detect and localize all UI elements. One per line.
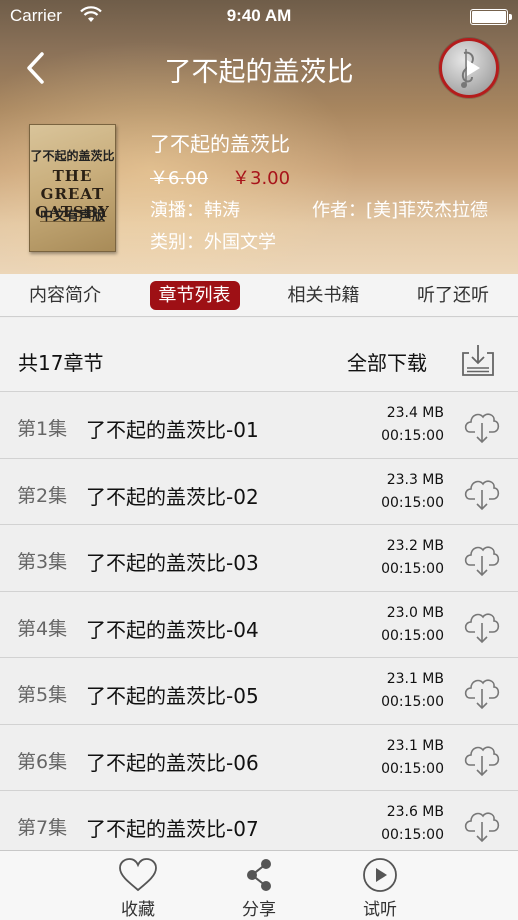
category: 类别：外国文学 bbox=[150, 232, 276, 253]
bottom-toolbar: 收藏 分享 试听 bbox=[0, 850, 518, 920]
tab-also-listened[interactable]: 听了还听 bbox=[388, 274, 518, 317]
tab-related-label: 相关书籍 bbox=[287, 285, 360, 306]
file-size: 23.3 MB bbox=[386, 471, 444, 488]
music-note-play-icon bbox=[461, 49, 480, 88]
duration: 00:15:00 bbox=[381, 694, 444, 710]
chapter-title: 了不起的盖茨比-01 bbox=[86, 418, 259, 442]
favorite-button[interactable]: 收藏 bbox=[98, 857, 178, 920]
preview-label: 试听 bbox=[363, 900, 397, 920]
sale-price: ￥3.00 bbox=[232, 168, 291, 189]
duration: 00:15:00 bbox=[381, 428, 444, 444]
file-size: 23.6 MB bbox=[386, 804, 444, 820]
duration: 00:15:00 bbox=[381, 561, 444, 577]
status-bar: Carrier 9:40 AM bbox=[0, 0, 518, 34]
chapter-title: 了不起的盖茨比-04 bbox=[86, 617, 259, 642]
favorite-label: 收藏 bbox=[121, 900, 155, 920]
tab-chapters-label: 章节列表 bbox=[149, 281, 240, 310]
chapter-row[interactable]: 第1集 了不起的盖茨比-01 23.4 MB 00:15:00 bbox=[0, 392, 518, 459]
chapter-title: 了不起的盖茨比-05 bbox=[86, 684, 259, 708]
file-size: 23.4 MB bbox=[386, 405, 444, 421]
cover-title: 了不起的盖茨比 bbox=[30, 149, 115, 163]
episode-number: 第1集 bbox=[17, 418, 68, 440]
episode-number: 第5集 bbox=[17, 684, 68, 706]
cloud-download-icon[interactable] bbox=[462, 475, 502, 511]
duration: 00:15:00 bbox=[381, 760, 444, 777]
download-all-button[interactable]: 全部下载 bbox=[347, 347, 427, 376]
navigation-bar: 了不起的盖茨比 bbox=[0, 34, 518, 102]
duration: 00:15:00 bbox=[381, 827, 444, 843]
chapter-count: 共17章节 bbox=[18, 351, 104, 375]
download-tray-icon[interactable] bbox=[460, 342, 496, 378]
duration: 00:15:00 bbox=[381, 627, 444, 644]
chapter-title: 了不起的盖茨比-03 bbox=[86, 551, 259, 575]
author: 作者：[美]菲茨杰拉德 bbox=[312, 200, 489, 221]
file-size: 23.0 MB bbox=[386, 604, 444, 621]
tab-also-listened-label: 听了还听 bbox=[417, 285, 489, 306]
segment-tabs: 内容简介 章节列表 相关书籍 听了还听 bbox=[0, 274, 518, 317]
heart-icon bbox=[119, 858, 157, 892]
file-size: 23.2 MB bbox=[386, 538, 444, 554]
now-playing-button[interactable] bbox=[439, 38, 499, 98]
cloud-download-icon[interactable] bbox=[462, 608, 502, 644]
episode-number: 第6集 bbox=[17, 750, 68, 773]
preview-button[interactable]: 试听 bbox=[340, 857, 420, 920]
book-info: 了不起的盖茨比 THE GREAT GATSBY 中文有声版 了不起的盖茨比 ￥… bbox=[0, 104, 518, 274]
file-size: 23.1 MB bbox=[386, 737, 444, 754]
chapter-summary: 共17章节 全部下载 bbox=[0, 318, 518, 392]
tab-intro[interactable]: 内容简介 bbox=[0, 274, 130, 317]
battery-icon bbox=[470, 9, 512, 25]
duration: 00:15:00 bbox=[381, 494, 444, 511]
cloud-download-icon[interactable] bbox=[462, 408, 502, 444]
cover-ornament bbox=[40, 221, 105, 239]
original-price: ￥6.00 bbox=[150, 168, 209, 189]
play-circle-icon bbox=[363, 858, 397, 892]
chapter-row[interactable]: 第6集 了不起的盖茨比-06 23.1 MB 00:15:00 bbox=[0, 724, 518, 791]
cloud-download-icon[interactable] bbox=[462, 807, 502, 843]
share-label: 分享 bbox=[242, 900, 276, 920]
chapter-row[interactable]: 第5集 了不起的盖茨比-05 23.1 MB 00:15:00 bbox=[0, 658, 518, 725]
cloud-download-icon[interactable] bbox=[462, 541, 502, 577]
chapter-title: 了不起的盖茨比-06 bbox=[86, 750, 259, 775]
narrator: 演播：韩涛 bbox=[150, 200, 240, 221]
cloud-download-icon[interactable] bbox=[462, 674, 502, 710]
tab-related[interactable]: 相关书籍 bbox=[259, 274, 388, 317]
tab-intro-label: 内容简介 bbox=[29, 285, 101, 306]
episode-number: 第2集 bbox=[17, 484, 68, 507]
chapter-title: 了不起的盖茨比-07 bbox=[86, 817, 259, 841]
chapter-row[interactable]: 第2集 了不起的盖茨比-02 23.3 MB 00:15:00 bbox=[0, 458, 518, 525]
episode-number: 第4集 bbox=[17, 617, 68, 640]
clock: 9:40 AM bbox=[226, 6, 292, 25]
chapter-row[interactable]: 第7集 了不起的盖茨比-07 23.6 MB 00:15:00 bbox=[0, 791, 518, 850]
book-title: 了不起的盖茨比 bbox=[150, 132, 290, 156]
share-button[interactable]: 分享 bbox=[219, 857, 299, 920]
cover-english-line1: THE GREAT bbox=[40, 167, 105, 203]
book-cover[interactable]: 了不起的盖茨比 THE GREAT GATSBY 中文有声版 bbox=[29, 124, 116, 252]
chapter-row[interactable]: 第4集 了不起的盖茨比-04 23.0 MB 00:15:00 bbox=[0, 591, 518, 658]
chapter-title: 了不起的盖茨比-02 bbox=[86, 484, 259, 509]
episode-number: 第3集 bbox=[17, 551, 68, 573]
episode-number: 第7集 bbox=[17, 817, 68, 839]
header-background: Carrier 9:40 AM 了不起的盖茨比 了不起的盖茨比 THE GREA… bbox=[0, 0, 518, 274]
chapter-row[interactable]: 第3集 了不起的盖茨比-03 23.2 MB 00:15:00 bbox=[0, 525, 518, 592]
share-icon bbox=[247, 859, 271, 891]
tab-chapters[interactable]: 章节列表 bbox=[130, 274, 259, 317]
file-size: 23.1 MB bbox=[386, 671, 444, 687]
chapter-list[interactable]: 共17章节 全部下载 第1集 了不起的盖茨比-01 23.4 MB 00:15:… bbox=[0, 318, 518, 850]
cloud-download-icon[interactable] bbox=[462, 741, 502, 777]
